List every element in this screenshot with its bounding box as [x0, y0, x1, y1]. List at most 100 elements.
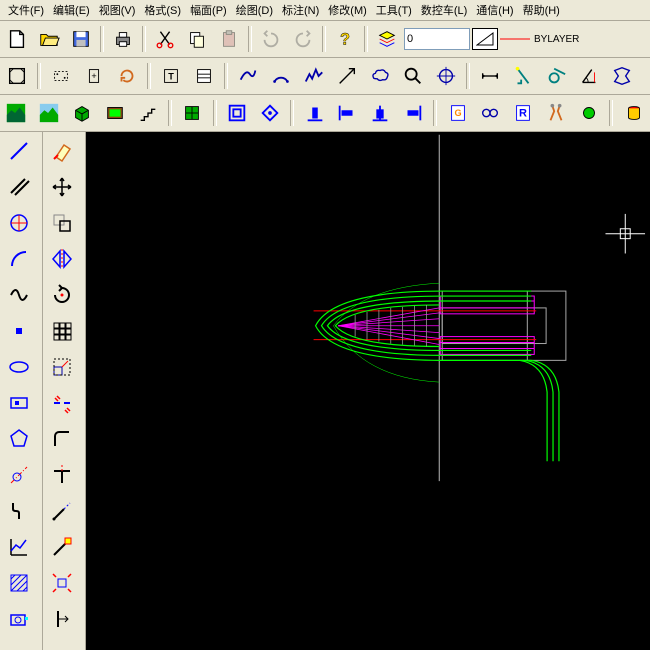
scale-tool[interactable] [45, 350, 79, 384]
help-button[interactable]: ? [330, 24, 360, 54]
capsule-button[interactable] [574, 98, 603, 128]
menu-draw[interactable]: 绘图(D) [232, 1, 277, 19]
arrow-button[interactable] [332, 61, 362, 91]
can-button[interactable] [619, 98, 648, 128]
text-tool-button[interactable]: T [156, 61, 186, 91]
layers-button[interactable] [372, 24, 402, 54]
menu-format[interactable]: 格式(S) [140, 1, 185, 19]
angle-button[interactable] [574, 61, 604, 91]
view-toolbar: + T [0, 58, 650, 95]
copy-button[interactable] [182, 24, 212, 54]
align-center-button[interactable] [366, 98, 395, 128]
stretch-tool[interactable] [45, 530, 79, 564]
menu-modify[interactable]: 修改(M) [324, 1, 371, 19]
cloud-button[interactable] [365, 61, 395, 91]
color-picker[interactable] [472, 28, 498, 50]
zoom-window-button[interactable] [46, 61, 76, 91]
menu-area[interactable]: 幅面(P) [186, 1, 231, 19]
linetype-combo[interactable]: BYLAYER [500, 34, 590, 45]
trim-tool[interactable] [45, 458, 79, 492]
terrain1-button[interactable] [2, 98, 31, 128]
parallel-tool[interactable] [2, 170, 36, 204]
move-tool[interactable] [45, 170, 79, 204]
circle-tool[interactable] [2, 206, 36, 240]
report-button[interactable]: G [443, 98, 472, 128]
menu-cnc[interactable]: 数控车(L) [417, 1, 471, 19]
ellipse-tool[interactable] [2, 350, 36, 384]
rotate-tool[interactable] [45, 278, 79, 312]
copy-tool[interactable] [45, 206, 79, 240]
dim-horizontal-button[interactable] [475, 61, 505, 91]
align-right-button[interactable] [399, 98, 428, 128]
layer-value: 0 [407, 33, 413, 45]
paste-button[interactable] [214, 24, 244, 54]
extend-tool[interactable] [45, 494, 79, 528]
drawing-canvas[interactable] [86, 132, 650, 650]
mirror-tool[interactable] [45, 242, 79, 276]
workarea [0, 132, 650, 650]
line-tool[interactable] [2, 134, 36, 168]
menu-edit[interactable]: 编辑(E) [49, 1, 94, 19]
r-button[interactable]: R [509, 98, 538, 128]
target-button[interactable] [223, 98, 252, 128]
modify-toolbar [43, 132, 86, 650]
svg-text:?: ? [340, 31, 350, 49]
point-tool[interactable] [2, 314, 36, 348]
svg-text:G: G [454, 108, 461, 118]
erase-tool[interactable] [45, 134, 79, 168]
panel-button[interactable] [100, 98, 129, 128]
diamond-button[interactable] [255, 98, 284, 128]
camera-tool[interactable] [2, 602, 36, 636]
centerline-tool[interactable] [2, 458, 36, 492]
wave-tool[interactable] [2, 494, 36, 528]
arc-tool[interactable] [2, 242, 36, 276]
spline-button[interactable] [233, 61, 263, 91]
refresh-view-button[interactable] [112, 61, 142, 91]
terrain2-button[interactable] [35, 98, 64, 128]
svg-text:R: R [519, 108, 527, 120]
linetype-label: BYLAYER [534, 34, 579, 45]
polygon-tool[interactable] [2, 422, 36, 456]
menu-help[interactable]: 帮助(H) [519, 1, 564, 19]
menu-view[interactable]: 视图(V) [95, 1, 140, 19]
crosshair-button[interactable] [431, 61, 461, 91]
break-tool[interactable] [45, 386, 79, 420]
block-button[interactable] [68, 98, 97, 128]
zoom-button[interactable] [398, 61, 428, 91]
menu-comm[interactable]: 通信(H) [472, 1, 517, 19]
menu-annotate[interactable]: 标注(N) [278, 1, 323, 19]
perp-button[interactable] [508, 61, 538, 91]
fillet-tool[interactable] [45, 422, 79, 456]
new-button[interactable] [2, 24, 32, 54]
menu-file[interactable]: 文件(F) [4, 1, 48, 19]
cut-button[interactable] [150, 24, 180, 54]
redo-button[interactable] [288, 24, 318, 54]
open-button[interactable] [34, 24, 64, 54]
properties-button[interactable] [189, 61, 219, 91]
tangent-button[interactable] [541, 61, 571, 91]
stairs-button[interactable] [133, 98, 162, 128]
align-left-button[interactable] [333, 98, 362, 128]
menu-tools[interactable]: 工具(T) [372, 1, 416, 19]
layer-combo[interactable]: 0 [404, 28, 470, 50]
rectangle-tool[interactable] [2, 386, 36, 420]
curve-tool[interactable] [2, 278, 36, 312]
menu-bar: 文件(F) 编辑(E) 视图(V) 格式(S) 幅面(P) 绘图(D) 标注(N… [0, 0, 650, 21]
grid-button[interactable] [178, 98, 207, 128]
arc-tool-button[interactable] [266, 61, 296, 91]
zoom-in-button[interactable]: + [79, 61, 109, 91]
offset-tool[interactable] [45, 602, 79, 636]
hatch-tool[interactable] [2, 566, 36, 600]
zigzag-button[interactable] [299, 61, 329, 91]
tools-button[interactable] [542, 98, 571, 128]
zoom-extents-button[interactable] [2, 61, 32, 91]
array-tool[interactable] [45, 314, 79, 348]
glasses-button[interactable] [476, 98, 505, 128]
explode-tool[interactable] [45, 566, 79, 600]
region-button[interactable] [607, 61, 637, 91]
chart-tool[interactable] [2, 530, 36, 564]
align-bottom-button[interactable] [300, 98, 329, 128]
print-button[interactable] [108, 24, 138, 54]
undo-button[interactable] [256, 24, 286, 54]
save-button[interactable] [66, 24, 96, 54]
